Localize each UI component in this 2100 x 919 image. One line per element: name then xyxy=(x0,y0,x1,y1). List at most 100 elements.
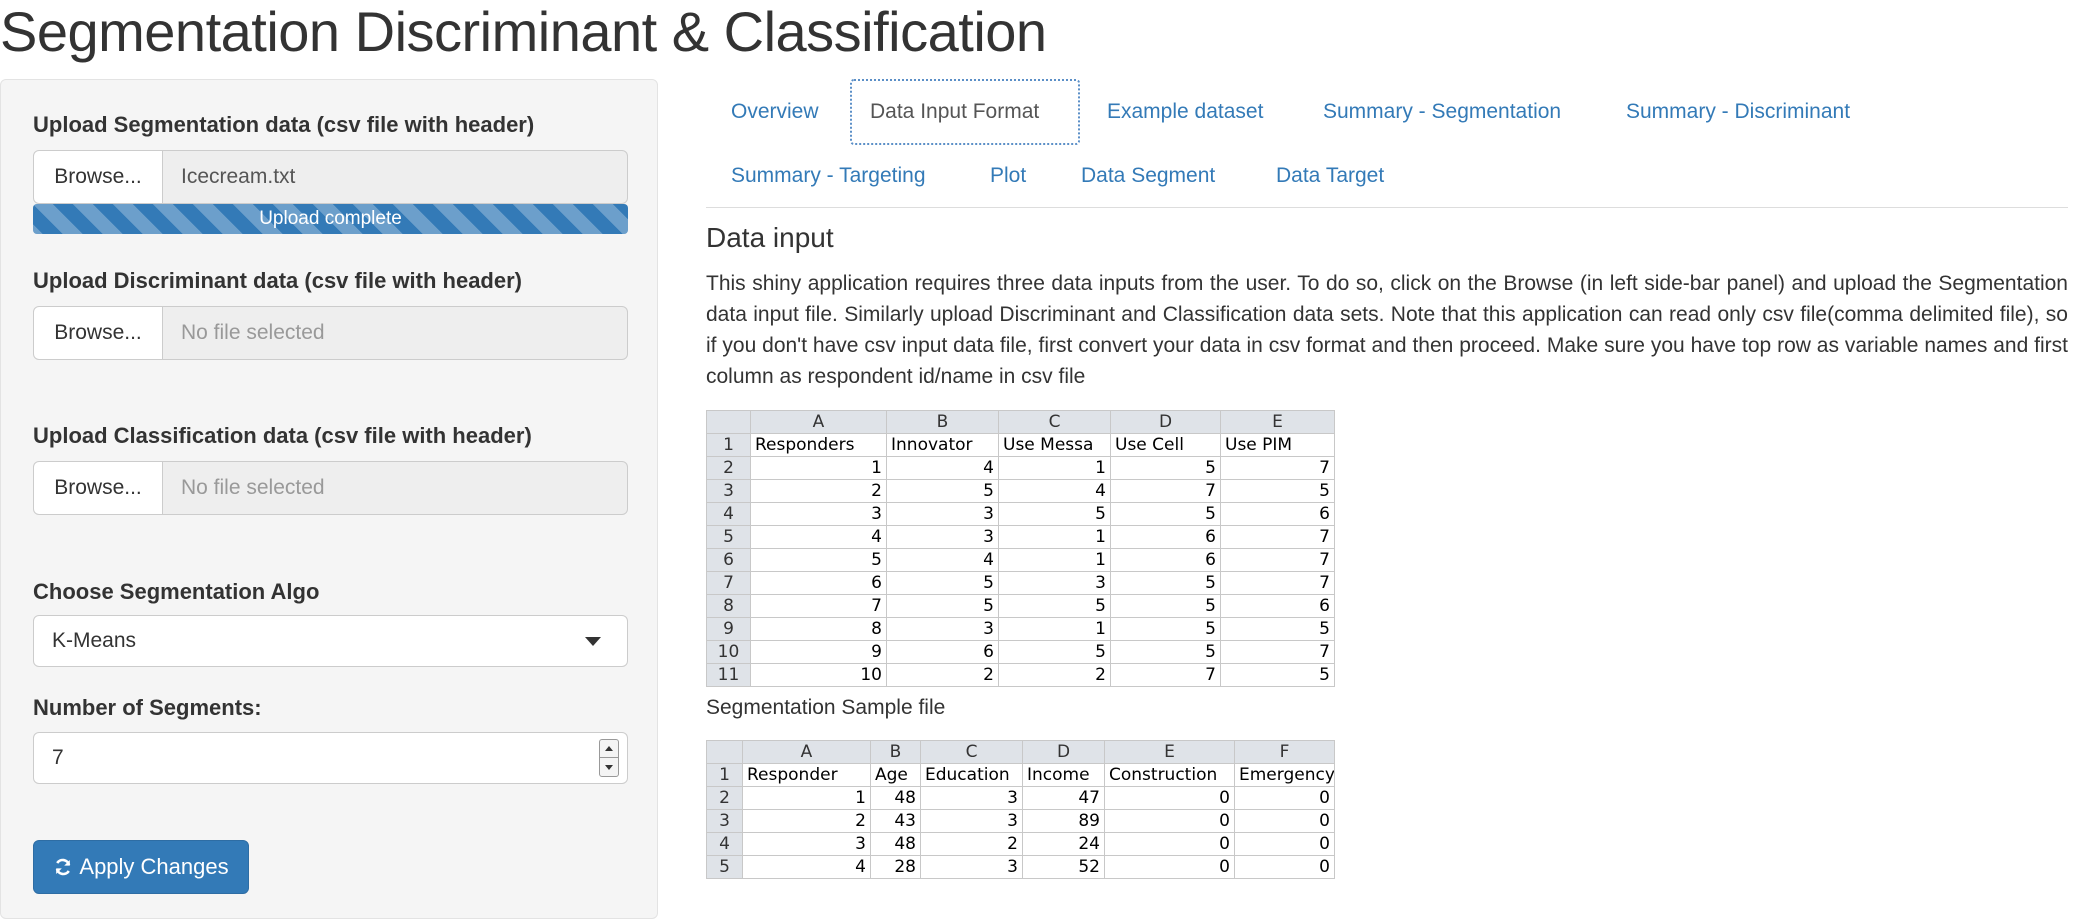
page-title: Segmentation Discriminant & Classificati… xyxy=(0,0,1047,63)
section-heading: Data input xyxy=(706,222,834,253)
row-number: 2 xyxy=(706,456,751,480)
number-stepper[interactable] xyxy=(599,739,619,777)
row-number: 7 xyxy=(706,571,751,595)
row-number: 4 xyxy=(706,502,751,526)
tab-summary-targeting[interactable]: Summary - Targeting xyxy=(713,144,944,208)
table-cell: 5 xyxy=(1110,617,1221,641)
row-number: 8 xyxy=(706,594,751,618)
table-cell: 3 xyxy=(920,786,1023,810)
tab-plot[interactable]: Plot xyxy=(972,144,1044,208)
table-cell: 1 xyxy=(998,456,1111,480)
intro-paragraph: This shiny application requires three da… xyxy=(706,272,2068,388)
header-cell: Responders xyxy=(750,433,887,457)
table-row: 875556 xyxy=(706,594,1335,618)
table-cell: 3 xyxy=(886,617,999,641)
table-cell: 4 xyxy=(742,855,871,879)
tab-data-input-format[interactable]: Data Input Format xyxy=(850,79,1080,145)
row-number: 2 xyxy=(706,786,743,810)
table-cell: 1 xyxy=(742,786,871,810)
segmentation-upload-label: Upload Segmentation data (csv file with … xyxy=(33,112,535,137)
table-row: 4 3 48 2 24 0 0 xyxy=(706,832,1335,856)
sidebar-panel: Upload Segmentation data (csv file with … xyxy=(0,79,658,919)
table-cell: 5 xyxy=(886,479,999,503)
table-cell: 8 xyxy=(750,617,887,641)
header-cell: Age xyxy=(870,763,921,787)
table-row: 765357 xyxy=(706,571,1335,595)
table-row: 5 4 28 3 52 0 0 xyxy=(706,855,1335,879)
table-cell: 6 xyxy=(1220,594,1335,618)
table-cell: 5 xyxy=(750,548,887,572)
table-row: 983155 xyxy=(706,617,1335,641)
table-cell: 5 xyxy=(998,502,1111,526)
row-number: 1 xyxy=(706,763,743,787)
tab-data-segment[interactable]: Data Segment xyxy=(1063,144,1233,208)
table-row: 1 Responder Age Education Income Construction… xyxy=(706,763,1335,787)
table-cell: 5 xyxy=(1110,456,1221,480)
column-letter: A xyxy=(750,410,887,434)
header-cell: Construction xyxy=(1104,763,1235,787)
table-cell: 2 xyxy=(998,663,1111,687)
column-letter: D xyxy=(1022,740,1105,764)
table-row: 3 2 43 3 89 0 0 xyxy=(706,809,1335,833)
table-cell: 10 xyxy=(750,663,887,687)
discriminant-file-name: No file selected xyxy=(163,306,628,360)
table-cell: 6 xyxy=(886,640,999,664)
segmentation-browse-button[interactable]: Browse... xyxy=(33,150,163,204)
table-cell: 6 xyxy=(1110,548,1221,572)
column-letter-row: ABCDE xyxy=(706,410,1335,434)
header-cell: Use Messa xyxy=(998,433,1111,457)
header-cell: Emergency xyxy=(1234,763,1335,787)
sheet-corner xyxy=(706,410,751,434)
classification-upload-label: Upload Classification data (csv file wit… xyxy=(33,423,532,448)
discriminant-file-input: Browse... No file selected xyxy=(33,306,628,360)
stepper-down-icon[interactable] xyxy=(600,758,618,776)
table-cell: 0 xyxy=(1234,855,1335,879)
column-letter: E xyxy=(1104,740,1235,764)
tab-overview[interactable]: Overview xyxy=(713,80,837,144)
table-row: 2 1 48 3 47 0 0 xyxy=(706,786,1335,810)
column-letter: E xyxy=(1220,410,1335,434)
table-cell: 3 xyxy=(920,809,1023,833)
table-cell: 0 xyxy=(1234,786,1335,810)
table-cell: 5 xyxy=(1110,640,1221,664)
caret-down-icon xyxy=(585,637,601,646)
segments-number-input[interactable]: 7 xyxy=(33,732,628,784)
table-cell: 24 xyxy=(1022,832,1105,856)
column-letter: D xyxy=(1110,410,1221,434)
discriminant-sample-table: ABCDEF 1 Responder Age Education Income Const… xyxy=(706,740,1335,879)
classification-file-name: No file selected xyxy=(163,461,628,515)
segmentation-sample-caption: Segmentation Sample file xyxy=(706,696,946,719)
tab-data-target[interactable]: Data Target xyxy=(1258,144,1402,208)
apply-changes-button[interactable]: Apply Changes xyxy=(33,840,249,894)
classification-browse-button[interactable]: Browse... xyxy=(33,461,163,515)
header-cell: Innovator xyxy=(886,433,999,457)
table-cell: 1 xyxy=(998,617,1111,641)
table-cell: 5 xyxy=(998,594,1111,618)
table-cell: 52 xyxy=(1022,855,1105,879)
sheet-corner xyxy=(706,740,743,764)
table-cell: 3 xyxy=(750,502,887,526)
table-cell: 4 xyxy=(750,525,887,549)
discriminant-browse-button[interactable]: Browse... xyxy=(33,306,163,360)
tab-example-dataset[interactable]: Example dataset xyxy=(1089,80,1281,144)
table-cell: 48 xyxy=(870,832,921,856)
table-cell: 1 xyxy=(998,548,1111,572)
table-cell: 6 xyxy=(1110,525,1221,549)
table-cell: 3 xyxy=(998,571,1111,595)
table-cell: 3 xyxy=(886,525,999,549)
header-cell: Use Cell xyxy=(1110,433,1221,457)
algo-select[interactable]: K-Means xyxy=(33,615,628,667)
tab-summary-discriminant[interactable]: Summary - Discriminant xyxy=(1608,80,1868,144)
column-letter: F xyxy=(1234,740,1335,764)
table-row: 214157 xyxy=(706,456,1335,480)
column-letter-row: ABCDEF xyxy=(706,740,1335,764)
tab-summary-segmentation[interactable]: Summary - Segmentation xyxy=(1305,80,1579,144)
table-cell: 1 xyxy=(750,456,887,480)
segments-value: 7 xyxy=(52,746,64,769)
column-letter: B xyxy=(886,410,999,434)
table-cell: 0 xyxy=(1104,855,1235,879)
segmentation-file-name: Icecream.txt xyxy=(163,150,628,204)
upload-progress-fill: Upload complete xyxy=(33,204,628,234)
stepper-up-icon[interactable] xyxy=(600,740,618,758)
table-cell: 7 xyxy=(750,594,887,618)
